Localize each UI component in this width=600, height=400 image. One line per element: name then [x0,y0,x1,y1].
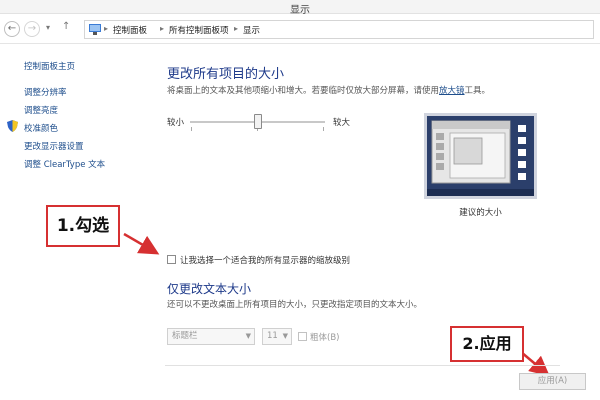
sidebar-item-calibrate-color[interactable]: 校准颜色 [24,122,58,134]
sidebar-item-display-settings[interactable]: 更改显示器设置 [24,140,84,152]
chevron-down-icon: ▼ [282,332,288,340]
breadcrumb-display[interactable]: 显示 [243,24,260,36]
back-button[interactable]: ← [4,21,20,37]
bold-checkbox-label[interactable]: 粗体(B) [310,331,339,343]
size-preview-image [424,113,537,199]
size-description-suffix: 工具。 [464,86,491,96]
text-size-description: 还可以不更改桌面上所有项目的大小，只更改指定项目的文本大小。 [167,300,423,310]
arrow-to-apply [520,351,550,377]
forward-button[interactable]: → [24,21,40,37]
breadcrumb-separator: ▸ [234,24,239,33]
annotation-step-1: 1.勾选 [46,205,120,247]
navigation-bar: ← → ▾ ↑ ▸ 控制面板 ▸ 所有控制面板项 ▸ 显示 [0,14,600,44]
shield-icon [7,120,18,132]
slider-tick [191,127,192,131]
control-panel-icon [89,24,101,35]
font-size-select[interactable]: 11 ▼ [262,328,292,345]
recent-locations-dropdown[interactable]: ▾ [46,23,50,32]
scale-level-checkbox[interactable] [167,255,176,264]
size-description: 将桌面上的文本及其他项缩小和增大。若要临时仅放大部分屏幕，请使用放大镜工具。 [167,84,490,96]
breadcrumb-separator: ▸ [160,24,165,33]
sidebar-item-resolution[interactable]: 调整分辨率 [24,86,67,98]
title-bar: 显示 [0,0,600,16]
breadcrumb-control-panel[interactable]: 控制面板 [113,24,147,36]
address-bar[interactable]: ▸ 控制面板 ▸ 所有控制面板项 ▸ 显示 [84,20,594,39]
size-slider-thumb[interactable] [254,114,262,129]
section-divider [165,365,560,366]
scale-level-checkbox-label[interactable]: 让我选择一个适合我的所有显示器的缩放级别 [180,254,350,266]
font-size-select-value: 11 [267,331,278,341]
chevron-down-icon: ▼ [245,332,251,340]
arrow-to-checkbox [123,232,160,255]
preview-caption: 建议的大小 [459,208,502,218]
breadcrumb-all-items[interactable]: 所有控制面板项 [169,24,229,36]
annotation-step-2: 2.应用 [450,326,524,362]
sidebar-item-cleartype[interactable]: 调整 ClearType 文本 [24,158,105,170]
text-item-select[interactable]: 标题栏 ▼ [167,328,255,345]
slider-max-label: 较大 [333,118,351,128]
text-item-select-value: 标题栏 [172,331,198,341]
apply-button[interactable]: 应用(A) [519,373,586,390]
bold-checkbox[interactable] [298,332,307,341]
text-size-heading: 仅更改文本大小 [167,282,252,296]
sidebar-item-home[interactable]: 控制面板主页 [24,60,75,72]
sidebar-item-brightness[interactable]: 调整亮度 [24,104,58,116]
slider-min-label: 较小 [167,118,185,128]
up-button[interactable]: ↑ [62,21,70,32]
slider-tick [323,127,324,131]
breadcrumb-separator: ▸ [104,24,109,33]
magnifier-link[interactable]: 放大镜 [439,86,465,96]
size-heading: 更改所有项目的大小 [167,67,285,82]
size-description-text: 将桌面上的文本及其他项缩小和增大。若要临时仅放大部分屏幕，请使用 [167,86,440,96]
